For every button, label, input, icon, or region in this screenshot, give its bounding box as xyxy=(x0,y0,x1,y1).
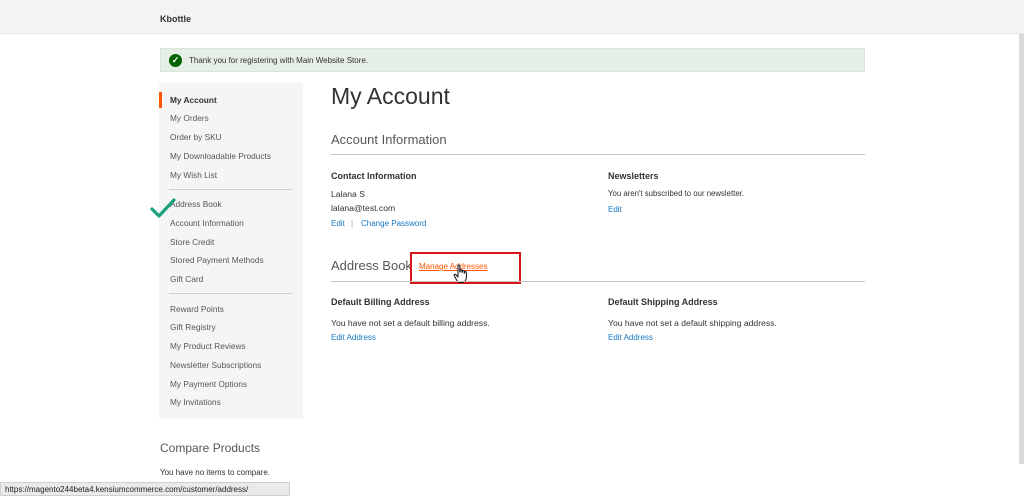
edit-shipping-address-link[interactable]: Edit Address xyxy=(608,333,653,342)
scrollbar[interactable] xyxy=(1019,34,1024,464)
check-circle-icon: ✓ xyxy=(169,53,182,67)
page-title: My Account xyxy=(331,83,450,109)
sidebar-item-store-credit[interactable]: Store Credit xyxy=(170,237,214,247)
sidebar-item-invitations[interactable]: My Invitations xyxy=(170,397,221,407)
success-message-text: Thank you for registering with Main Webs… xyxy=(189,55,369,65)
edit-billing-address-link[interactable]: Edit Address xyxy=(331,333,376,342)
account-sidebar: My Account My Orders Order by SKU My Dow… xyxy=(159,83,303,419)
contact-name: Lalana S xyxy=(331,189,365,199)
newsletters-status: You aren't subscribed to our newsletter. xyxy=(608,189,744,198)
status-bar-url: https://magento244beta4.kensiumcommerce.… xyxy=(0,482,290,496)
contact-information-title: Contact Information xyxy=(331,171,417,181)
compare-products-title: Compare Products xyxy=(160,441,261,455)
sidebar-item-wish-list[interactable]: My Wish List xyxy=(170,170,217,180)
sidebar-item-address-book[interactable]: Address Book xyxy=(170,199,222,209)
link-separator: | xyxy=(351,219,354,228)
sidebar-item-stored-payment-methods[interactable]: Stored Payment Methods xyxy=(170,255,264,265)
sidebar-item-downloadable-products[interactable]: My Downloadable Products xyxy=(170,151,271,161)
newsletters-title: Newsletters xyxy=(608,171,659,181)
sidebar-item-account-information[interactable]: Account Information xyxy=(170,218,244,228)
contact-email: lalana@test.com xyxy=(331,203,396,213)
green-checkmark-icon xyxy=(150,198,176,218)
sidebar-item-reward-points[interactable]: Reward Points xyxy=(170,304,224,314)
sidebar-item-product-reviews[interactable]: My Product Reviews xyxy=(170,341,246,351)
sidebar-item-newsletter-subscriptions[interactable]: Newsletter Subscriptions xyxy=(170,360,261,370)
sidebar-item-gift-card[interactable]: Gift Card xyxy=(170,274,203,284)
sidebar-item-my-account[interactable]: My Account xyxy=(170,95,217,105)
sidebar-item-gift-registry[interactable]: Gift Registry xyxy=(170,322,216,332)
active-indicator xyxy=(159,92,162,108)
edit-contact-link[interactable]: Edit xyxy=(331,219,345,228)
sidebar-item-payment-options[interactable]: My Payment Options xyxy=(170,379,247,389)
default-billing-address-text: You have not set a default billing addre… xyxy=(331,318,490,328)
address-book-title: Address Book xyxy=(331,258,412,273)
account-information-title: Account Information xyxy=(331,132,447,147)
success-message: ✓ Thank you for registering with Main We… xyxy=(160,48,865,72)
sidebar-item-my-orders[interactable]: My Orders xyxy=(170,113,209,123)
store-name[interactable]: Kbottle xyxy=(160,14,191,24)
store-header: Kbottle xyxy=(0,0,1024,34)
change-password-link[interactable]: Change Password xyxy=(361,219,426,228)
default-shipping-address-title: Default Shipping Address xyxy=(608,297,718,307)
sidebar-item-order-by-sku[interactable]: Order by SKU xyxy=(170,132,222,142)
sidebar-divider xyxy=(169,293,292,294)
compare-products-empty-text: You have no items to compare. xyxy=(160,468,270,477)
default-shipping-address-text: You have not set a default shipping addr… xyxy=(608,318,777,328)
section-divider xyxy=(331,281,865,282)
default-billing-address-title: Default Billing Address xyxy=(331,297,430,307)
edit-newsletters-link[interactable]: Edit xyxy=(608,205,622,214)
sidebar-divider xyxy=(169,189,292,190)
section-divider xyxy=(331,154,865,155)
